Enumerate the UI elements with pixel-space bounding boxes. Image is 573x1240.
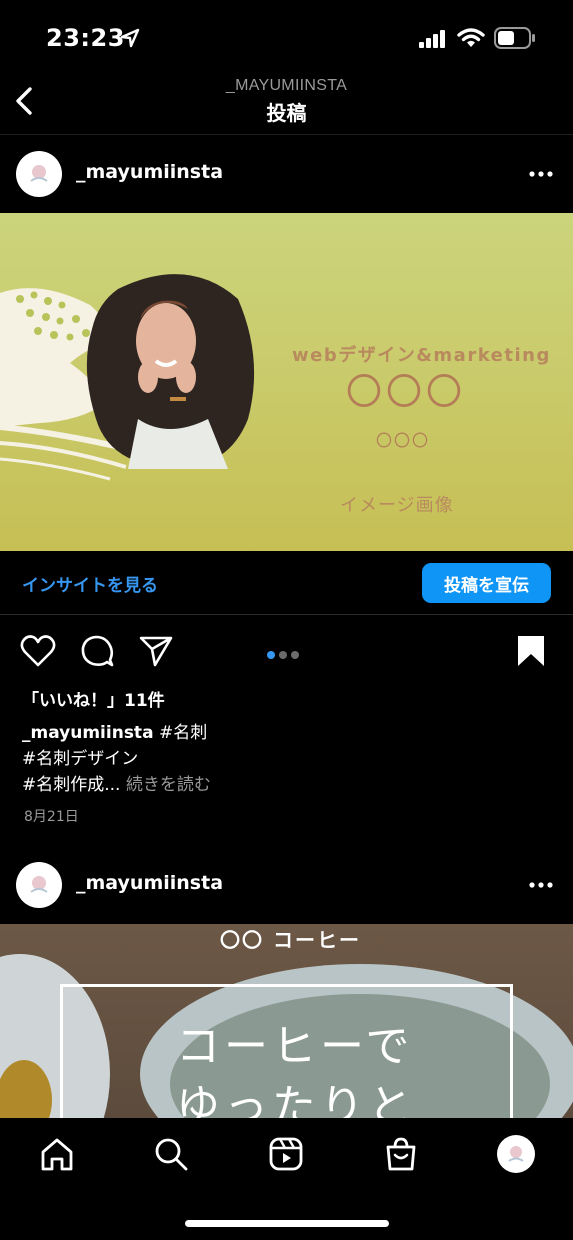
image2-heading-line1: コーヒーで [176,1021,414,1072]
nav-header: _MAYUMIINSTA 投稿 [0,75,573,135]
image2-heading-line2: ゆったりと [176,1081,416,1118]
caption-hashtag[interactable]: #名刺 [159,723,207,743]
carousel-dot [291,651,299,659]
share-send-icon[interactable] [138,634,174,668]
read-more-link[interactable]: 続きを読む [126,775,211,795]
carousel-dot [279,651,287,659]
status-bar: 23:23 [0,0,573,75]
profile-avatar[interactable] [496,1134,536,1174]
cellular-signal-icon [419,30,445,48]
carousel-indicator [267,644,303,663]
post-header: _mayumiinsta [0,846,573,924]
post-username[interactable]: _mayumiinsta [76,872,223,894]
reels-icon[interactable] [268,1136,304,1172]
status-time: 23:23 [46,24,125,52]
post-date: 8月21日 [24,809,79,825]
comment-icon[interactable] [80,634,114,668]
image-title-small: 〇〇〇 [376,431,431,450]
caption-username[interactable]: _mayumiinsta [22,723,154,743]
post-header: _mayumiinsta [0,135,573,213]
bottom-tab-bar [0,1118,573,1240]
bookmark-icon[interactable] [516,634,546,668]
wifi-icon [457,28,485,47]
portrait-photo [86,274,255,469]
avatar[interactable] [16,862,62,908]
like-heart-icon[interactable] [20,634,56,668]
more-options-icon[interactable] [529,882,553,888]
insights-row: インサイトを見る 投稿を宣伝 [0,551,573,615]
promote-post-button[interactable]: 投稿を宣伝 [422,563,551,603]
post-username[interactable]: _mayumiinsta [76,161,223,183]
image2-top-text: 〇〇 コーヒー [220,928,361,952]
likes-count[interactable]: 「いいね！」11件 [22,686,165,711]
post-caption: _mayumiinsta #名刺 #名刺デザイン #名刺作成... 続きを読む [22,720,211,798]
home-icon[interactable] [39,1136,75,1172]
caption-hashtag[interactable]: #名刺作成... [22,775,120,795]
image-title: 〇〇〇 [346,372,467,413]
post-actions [0,630,573,674]
image-caption: イメージ画像 [340,495,454,516]
location-arrow-icon [120,28,140,48]
post-image[interactable]: webデザイン&marketing 〇〇〇 〇〇〇 イメージ画像 [0,213,573,551]
avatar[interactable] [16,151,62,197]
caption-hashtag[interactable]: #名刺デザイン [22,746,211,772]
more-options-icon[interactable] [529,171,553,177]
view-insights-link[interactable]: インサイトを見る [22,571,158,596]
battery-icon [494,27,535,49]
search-icon[interactable] [153,1136,189,1172]
page-title: 投稿 [266,101,307,125]
post-image[interactable]: 〇〇 コーヒー コーヒーで ゆったりと [0,924,573,1118]
home-indicator [185,1220,389,1227]
shop-icon[interactable] [383,1136,419,1172]
nav-subtitle: _MAYUMIINSTA [225,77,348,94]
carousel-dot [267,651,275,659]
